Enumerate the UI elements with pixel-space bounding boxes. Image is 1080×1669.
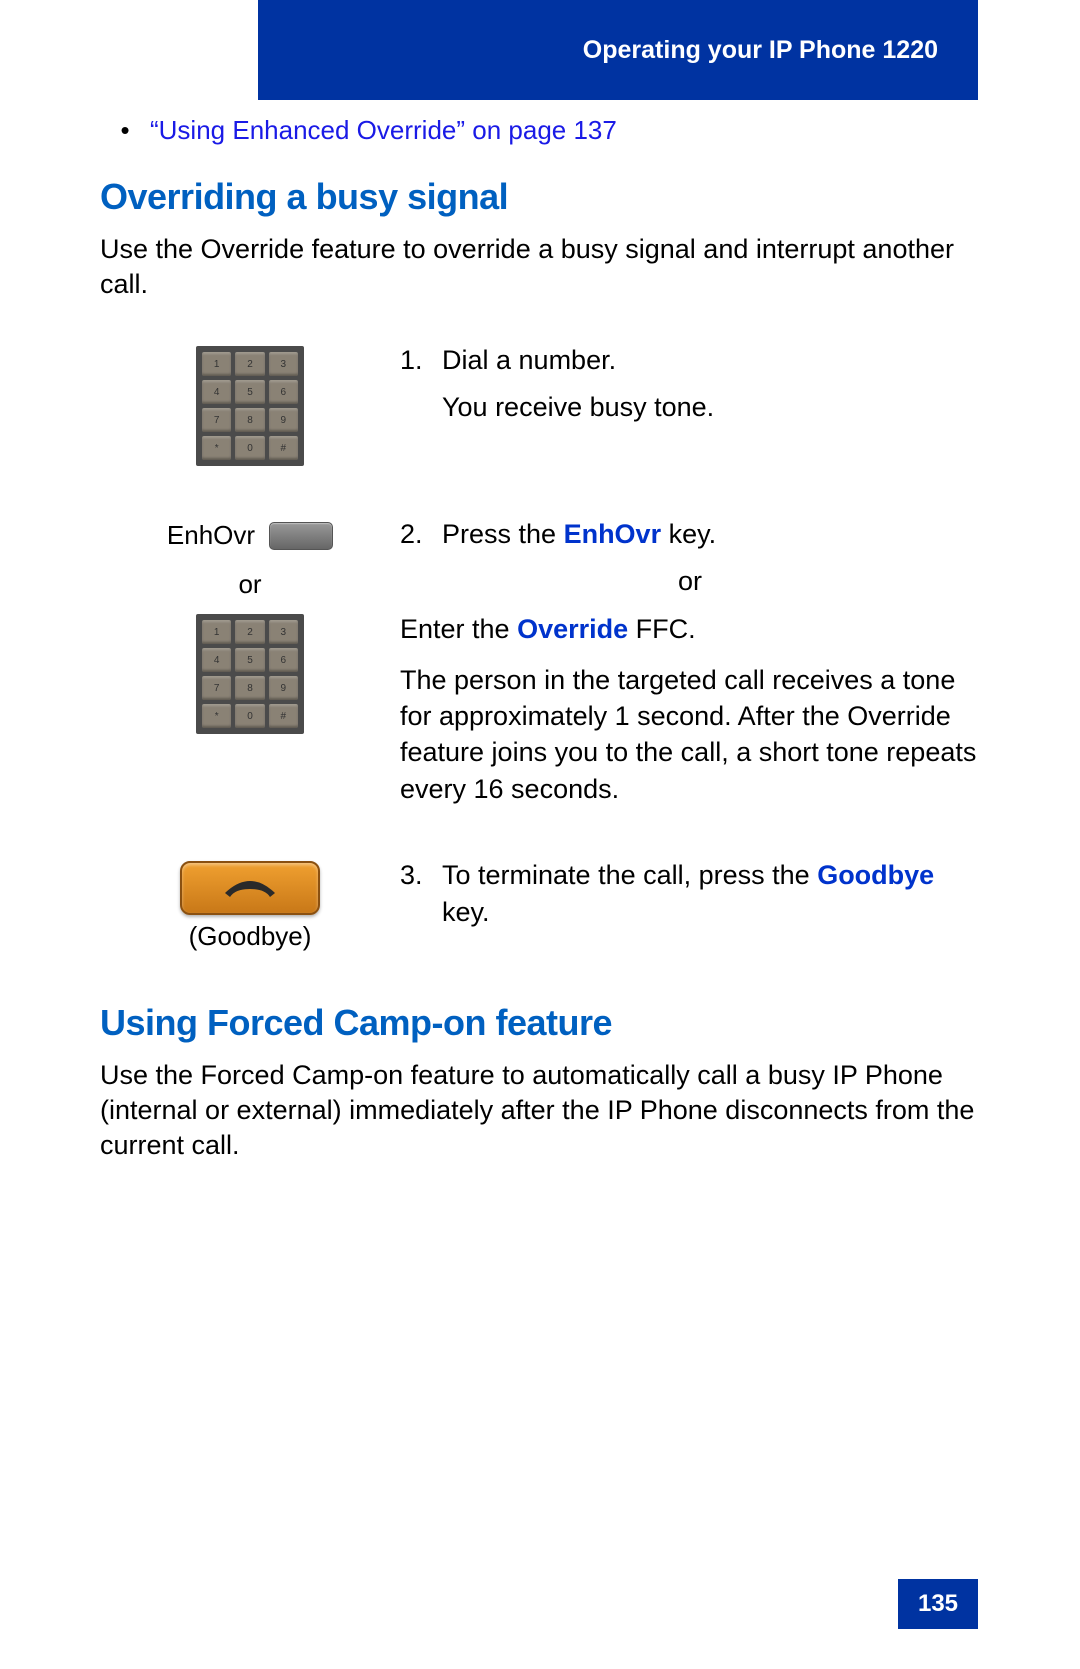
step-1-text: 1. Dial a number. You receive busy tone. [400,342,980,466]
step-line: You receive busy tone. [442,389,980,425]
section-intro: Use the Override feature to override a b… [100,232,980,302]
bullet-list-item: • “Using Enhanced Override” on page 137 [100,115,980,146]
page-number: 135 [898,1579,978,1629]
keypad-key: * [202,704,231,728]
step-2-icon-col: EnhOvr or 1 2 3 4 5 6 7 8 9 * 0 # [100,516,400,807]
or-text: or [400,563,980,599]
keypad-key: * [202,436,231,460]
keypad-key: 5 [235,380,264,404]
text-fragment: key. [661,519,716,549]
bullet-dot: • [100,115,150,146]
keypad-key: 1 [202,620,231,644]
keypad-key: 2 [235,620,264,644]
page-content: • “Using Enhanced Override” on page 137 … [100,115,980,1204]
step-2-text: 2. Press the EnhOvr key. or Enter the Ov… [400,516,980,807]
step-description: The person in the targeted call receives… [400,662,980,808]
step-line: Enter the Override FFC. [400,611,980,647]
keypad-key: 3 [269,352,298,376]
section-heading-overriding: Overriding a busy signal [100,176,980,218]
keypad-key: 9 [269,408,298,432]
goodbye-button-icon [180,861,320,915]
softkey-button-icon [269,522,333,550]
keypad-key: 7 [202,408,231,432]
cross-ref-link[interactable]: “Using Enhanced Override” on page 137 [150,115,617,146]
text-fragment: FFC. [628,614,696,644]
step-3-row: (Goodbye) 3. To terminate the call, pres… [100,857,980,952]
keypad-key: 6 [269,648,298,672]
handset-icon [220,875,280,901]
keypad-key: 8 [235,676,264,700]
keypad-key: 4 [202,380,231,404]
step-number: 1. [400,342,442,378]
softkey-row: EnhOvr [167,520,333,551]
keypad-key: 4 [202,648,231,672]
keypad-key: 7 [202,676,231,700]
step-number: 3. [400,857,442,930]
keypad-key: # [269,704,298,728]
step-line: Dial a number. [442,342,980,378]
key-name: EnhOvr [564,519,662,549]
keypad-key: 1 [202,352,231,376]
step-number: 2. [400,516,442,552]
keypad-key: 8 [235,408,264,432]
header-bar: Operating your IP Phone 1220 [258,0,978,100]
step-3-icon-col: (Goodbye) [100,857,400,952]
keypad-icon: 1 2 3 4 5 6 7 8 9 * 0 # [196,346,304,466]
header-title: Operating your IP Phone 1220 [583,36,938,65]
text-fragment: Enter the [400,614,517,644]
step-line: To terminate the call, press the Goodbye… [442,857,980,930]
keypad-key: 0 [235,436,264,460]
goodbye-label: (Goodbye) [189,921,312,952]
keypad-key: 6 [269,380,298,404]
keypad-key: # [269,436,298,460]
keypad-icon: 1 2 3 4 5 6 7 8 9 * 0 # [196,614,304,734]
softkey-label: EnhOvr [167,520,255,551]
section-heading-campon: Using Forced Camp-on feature [100,1002,980,1044]
keypad-key: 2 [235,352,264,376]
keypad-key: 3 [269,620,298,644]
keypad-key: 0 [235,704,264,728]
step-1-row: 1 2 3 4 5 6 7 8 9 * 0 # 1. Dial a number… [100,342,980,466]
key-name: Goodbye [817,860,934,890]
or-label: or [238,569,261,600]
keypad-key: 9 [269,676,298,700]
keypad-key: 5 [235,648,264,672]
step-2-row: EnhOvr or 1 2 3 4 5 6 7 8 9 * 0 # 2. [100,516,980,807]
step-1-icon-col: 1 2 3 4 5 6 7 8 9 * 0 # [100,342,400,466]
text-fragment: Press the [442,519,564,549]
section-intro: Use the Forced Camp-on feature to automa… [100,1058,980,1163]
text-fragment: key. [442,897,490,927]
step-3-text: 3. To terminate the call, press the Good… [400,857,980,952]
text-fragment: To terminate the call, press the [442,860,817,890]
key-name: Override [517,614,628,644]
step-line: Press the EnhOvr key. [442,516,980,552]
